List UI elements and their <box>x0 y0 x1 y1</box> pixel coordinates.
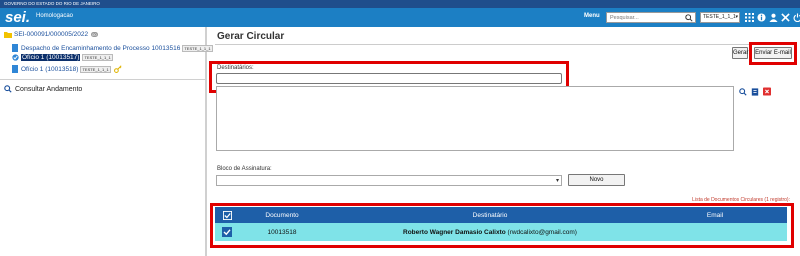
tree-item[interactable]: Despacho de Encaminhamento de Processo 1… <box>12 44 213 52</box>
info-icon[interactable] <box>756 12 766 23</box>
tree-item-label[interactable]: Despacho de Encaminhamento de Processo 1… <box>21 45 180 52</box>
process-badge: 00 <box>91 32 98 37</box>
cell-documento: 10013518 <box>267 228 297 236</box>
table-header: Documento Destinatário Email <box>215 207 787 223</box>
tree-item[interactable]: Ofício 1 (10013517) TESTE_1_1_1 <box>12 54 113 61</box>
header-destinatario: Destinatário <box>472 211 508 219</box>
contact-icon[interactable] <box>751 88 759 96</box>
top-navigation-bar: sei. Homologacao Menu TESTE_1_1_1 ▾ <box>0 8 800 27</box>
folder-icon <box>4 32 12 38</box>
user-icon[interactable] <box>768 12 778 23</box>
tree-item-label-selected[interactable]: Ofício 1 (10013517) <box>21 54 81 61</box>
generate-button[interactable]: Gerar <box>732 47 748 59</box>
process-tree-panel: SEI-000091/000005/2022 00 Despacho de En… <box>0 27 213 256</box>
environment-label: Homologacao <box>36 13 74 19</box>
unit-label: TESTE_1_1_1 <box>703 14 736 20</box>
page-title: Gerar Circular <box>217 31 285 42</box>
chevron-down-icon: ▾ <box>555 178 559 184</box>
grid-icon[interactable] <box>744 12 754 23</box>
search-input[interactable] <box>607 13 683 22</box>
tree-process-row[interactable]: SEI-000091/000005/2022 00 <box>4 31 98 38</box>
consult-progress-label: Consultar Andamento <box>15 85 83 93</box>
select-all-cell <box>215 210 239 220</box>
header-email: Email <box>706 211 724 219</box>
send-email-button[interactable]: Enviar E-mail <box>754 47 792 59</box>
chevron-down-icon: ▾ <box>735 14 738 20</box>
signature-block-label: Bloco de Assinatura: <box>217 166 272 172</box>
signature-icon <box>12 54 19 61</box>
process-number-link[interactable]: SEI-000091/000005/2022 <box>14 31 88 38</box>
recipients-label: Destinatários: <box>217 65 254 71</box>
tree-item[interactable]: Ofício 1 (10013518) TESTE_1_1_1 <box>12 65 122 73</box>
menu-button[interactable]: Menu <box>584 13 600 19</box>
recipients-input[interactable] <box>216 73 562 84</box>
recipients-list[interactable] <box>216 86 734 151</box>
title-divider <box>215 44 795 45</box>
tools-icon[interactable] <box>780 12 790 23</box>
signature-block-select[interactable]: ▾ <box>216 175 562 186</box>
remove-recipient-icon[interactable] <box>763 87 771 96</box>
search-icon[interactable] <box>685 14 693 22</box>
divider <box>0 79 205 80</box>
top-icon-group <box>744 12 800 24</box>
main-content: Gerar Circular Gerar Enviar E-mail Desti… <box>209 27 800 256</box>
row-select-cell <box>215 227 239 237</box>
search-box <box>606 12 696 23</box>
power-icon[interactable] <box>792 12 800 23</box>
search-recipient-icon[interactable] <box>739 88 747 96</box>
circular-documents-table: Documento Destinatário Email 10013518 Ro… <box>215 207 787 241</box>
key-icon <box>113 65 122 73</box>
unit-selector[interactable]: TESTE_1_1_1 ▾ <box>700 12 740 23</box>
sei-logo[interactable]: sei. <box>5 9 30 26</box>
search-icon <box>4 85 12 93</box>
cell-destinatario: Roberto Wagner Damasio Calixto (rwdcalix… <box>325 229 655 236</box>
row-checkbox[interactable] <box>222 227 232 237</box>
document-icon <box>12 65 18 73</box>
recipient-name: Roberto Wagner Damasio Calixto <box>403 228 506 236</box>
table-row[interactable]: 10013518 Roberto Wagner Damasio Calixto … <box>215 223 787 241</box>
unit-tag: TESTE_1_1_1 <box>80 65 111 73</box>
tree-item-label[interactable]: Ofício 1 (10013518) <box>21 66 78 73</box>
recipient-email: (rwdcalixto@gmail.com) <box>507 228 577 236</box>
consult-progress-link[interactable]: Consultar Andamento <box>4 85 82 93</box>
new-block-button[interactable]: Novo <box>568 174 625 186</box>
select-all-checkbox[interactable] <box>222 210 232 220</box>
unit-tag: TESTE_1_1_1 <box>82 54 113 61</box>
header-documento: Documento <box>265 211 299 219</box>
document-icon <box>12 44 18 52</box>
government-bar: GOVERNO DO ESTADO DO RIO DE JANEIRO <box>0 0 800 8</box>
